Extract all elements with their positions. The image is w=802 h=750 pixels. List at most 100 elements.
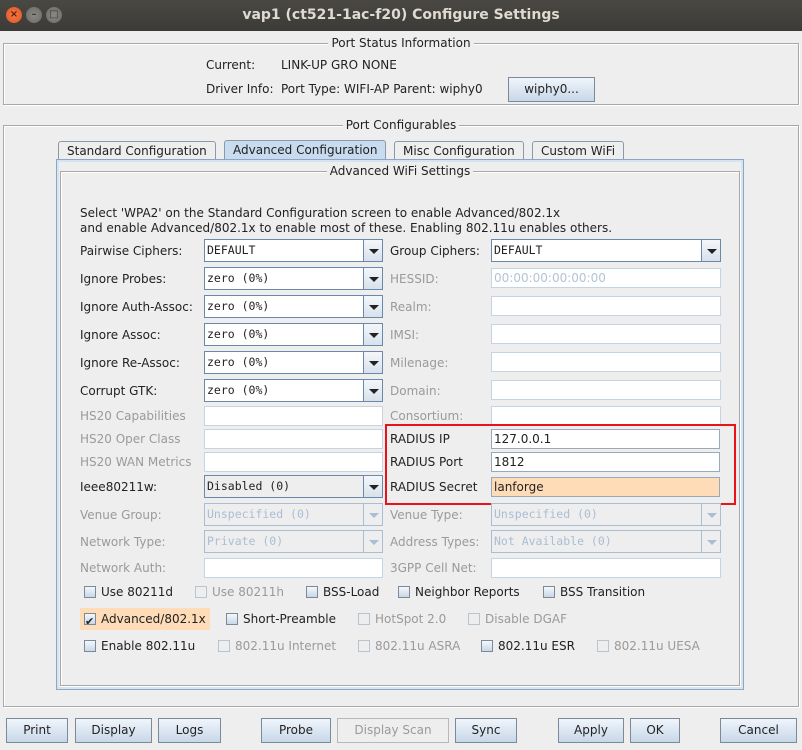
neighbor-reports-checkbox[interactable]: Neighbor Reports — [398, 583, 520, 601]
80211u-asra-label: 802.11u ASRA — [375, 639, 461, 653]
venue-type-select[interactable]: Unspecified (0) — [491, 503, 721, 526]
driver-info-label: Driver Info: — [206, 82, 274, 96]
advanced-8021x-label: Advanced/802.1x — [101, 612, 206, 626]
80211u-esr-checkbox[interactable]: 802.11u ESR — [481, 637, 575, 655]
short-preamble-checkbox[interactable]: Short-Preamble — [226, 610, 336, 628]
imsi-field[interactable] — [491, 324, 721, 344]
tab-standard-configuration[interactable]: Standard Configuration — [58, 141, 216, 160]
checkbox-icon — [306, 586, 318, 598]
minimize-window-icon[interactable]: – — [26, 7, 42, 23]
ignore-probes-label: Ignore Probes: — [80, 272, 167, 286]
advanced-8021x-checkbox[interactable]: Advanced/802.1x — [80, 608, 210, 633]
chevron-down-icon[interactable] — [363, 380, 382, 401]
enable-80211u-checkbox[interactable]: Enable 802.11u — [84, 637, 195, 655]
realm-field[interactable] — [491, 296, 721, 316]
80211u-uesa-checkbox[interactable]: 802.11u UESA — [597, 637, 700, 655]
pairwise-ciphers-select[interactable]: DEFAULT — [204, 239, 383, 262]
venue-group-select[interactable]: Unspecified (0) — [204, 503, 383, 526]
bss-transition-checkbox[interactable]: BSS Transition — [543, 583, 645, 601]
tab-custom-wifi[interactable]: Custom WiFi — [532, 141, 625, 160]
display-button[interactable]: Display — [75, 718, 152, 743]
checkbox-icon — [84, 640, 96, 652]
chevron-down-icon[interactable] — [363, 504, 382, 525]
checkbox-icon — [358, 613, 370, 625]
chevron-down-icon[interactable] — [363, 352, 382, 373]
tab-advanced-configuration[interactable]: Advanced Configuration — [224, 140, 387, 160]
80211u-asra-checkbox[interactable]: 802.11u ASRA — [358, 637, 460, 655]
venue-type-label: Venue Type: — [390, 508, 463, 522]
ignore-reassoc-select[interactable]: zero (0%) — [204, 351, 383, 374]
network-type-label: Network Type: — [80, 535, 166, 549]
address-types-value: Not Available (0) — [494, 534, 612, 548]
display-scan-button[interactable]: Display Scan — [337, 718, 449, 743]
ignore-probes-select[interactable]: zero (0%) — [204, 267, 383, 290]
domain-label: Domain: — [390, 384, 441, 398]
chevron-down-icon[interactable] — [363, 240, 382, 261]
ieee80211w-select[interactable]: Disabled (0) — [204, 475, 383, 498]
apply-button[interactable]: Apply — [558, 718, 624, 743]
short-preamble-label: Short-Preamble — [243, 612, 336, 626]
ignore-reassoc-label: Ignore Re-Assoc: — [80, 356, 180, 370]
chevron-down-icon[interactable] — [701, 531, 720, 552]
hessid-field[interactable]: 00:00:00:00:00:00 — [491, 268, 721, 288]
milenage-field[interactable] — [491, 352, 721, 372]
hotspot20-checkbox[interactable]: HotSpot 2.0 — [358, 610, 446, 628]
disable-dgaf-checkbox[interactable]: Disable DGAF — [468, 610, 567, 628]
print-button[interactable]: Print — [6, 718, 68, 743]
maximize-window-icon[interactable]: □ — [46, 7, 62, 23]
sync-button[interactable]: Sync — [455, 718, 517, 743]
parent-wiphy-button[interactable]: wiphy0... — [508, 77, 595, 102]
title-bar: × – □ vap1 (ct521-1ac-f20) Configure Set… — [0, 0, 802, 31]
network-type-select[interactable]: Private (0) — [204, 530, 383, 553]
cancel-button[interactable]: Cancel — [720, 718, 797, 743]
bss-load-checkbox[interactable]: BSS-Load — [306, 583, 379, 601]
corrupt-gtk-value: zero (0%) — [207, 383, 270, 397]
driver-info-value: Port Type: WIFI-AP Parent: wiphy0 — [281, 82, 483, 96]
checkbox-icon — [398, 586, 410, 598]
corrupt-gtk-select[interactable]: zero (0%) — [204, 379, 383, 402]
chevron-down-icon[interactable] — [701, 504, 720, 525]
use-80211d-checkbox[interactable]: Use 80211d — [84, 583, 173, 601]
address-types-select[interactable]: Not Available (0) — [491, 530, 721, 553]
ignore-assoc-select[interactable]: zero (0%) — [204, 323, 383, 346]
use-80211h-checkbox[interactable]: Use 80211h — [195, 583, 284, 601]
hs20-capabilities-field[interactable] — [204, 406, 383, 426]
probe-button[interactable]: Probe — [261, 718, 331, 743]
corrupt-gtk-label: Corrupt GTK: — [80, 384, 158, 398]
consortium-field[interactable] — [491, 406, 721, 426]
tab-misc-configuration[interactable]: Misc Configuration — [394, 141, 524, 160]
venue-type-value: Unspecified (0) — [494, 507, 598, 521]
chevron-down-icon[interactable] — [701, 240, 720, 261]
cell-net-field[interactable] — [491, 558, 721, 578]
checkbox-icon — [597, 640, 609, 652]
chevron-down-icon[interactable] — [363, 268, 382, 289]
use-80211d-label: Use 80211d — [101, 585, 174, 599]
group-ciphers-value: DEFAULT — [494, 243, 543, 257]
80211u-esr-label: 802.11u ESR — [498, 639, 575, 653]
port-configurables-title: Port Configurables — [342, 118, 460, 132]
hs20-oper-class-label: HS20 Oper Class — [80, 432, 181, 446]
chevron-down-icon[interactable] — [363, 531, 382, 552]
domain-field[interactable] — [491, 380, 721, 400]
disable-dgaf-label: Disable DGAF — [485, 612, 567, 626]
radius-annotation-box — [385, 424, 736, 505]
ieee80211w-label: Ieee80211w: — [80, 480, 158, 494]
ignore-auth-assoc-select[interactable]: zero (0%) — [204, 295, 383, 318]
hs20-wan-metrics-field[interactable] — [204, 452, 383, 472]
chevron-down-icon[interactable] — [363, 324, 382, 345]
ok-button[interactable]: OK — [630, 718, 680, 743]
group-ciphers-select[interactable]: DEFAULT — [491, 239, 721, 262]
use-80211h-label: Use 80211h — [212, 585, 285, 599]
logs-button[interactable]: Logs — [158, 718, 221, 743]
current-label: Current: — [206, 58, 256, 72]
window-title: vap1 (ct521-1ac-f20) Configure Settings — [242, 7, 560, 23]
close-window-icon[interactable]: × — [6, 7, 22, 23]
chevron-down-icon[interactable] — [363, 296, 382, 317]
ieee80211w-value: Disabled (0) — [207, 479, 291, 493]
checkbox-icon — [543, 586, 555, 598]
network-auth-field[interactable] — [204, 558, 383, 578]
hs20-oper-class-field[interactable] — [204, 429, 383, 449]
network-auth-label: Network Auth: — [80, 561, 167, 575]
80211u-internet-checkbox[interactable]: 802.11u Internet — [218, 637, 336, 655]
chevron-down-icon[interactable] — [363, 476, 382, 497]
